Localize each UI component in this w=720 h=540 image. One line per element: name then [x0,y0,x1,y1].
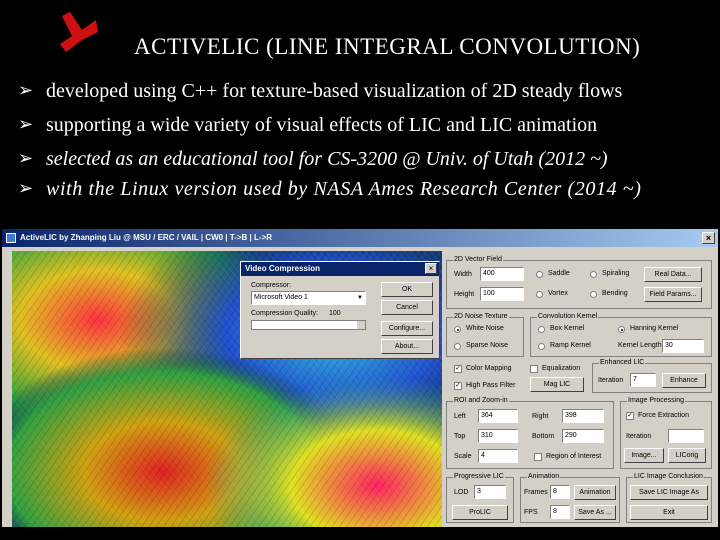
save-as-button[interactable]: Save As ... [574,505,616,520]
hanning-kernel-radio[interactable] [618,326,625,333]
window-close-button[interactable]: × [702,232,715,244]
animation-button[interactable]: Animation [574,485,616,500]
window-title: ActiveLIC by Zhanping Liu @ MSU / ERC / … [20,233,273,242]
color-mapping-checkbox[interactable]: ✓ [454,365,462,373]
quality-label: Compression Quality: [251,310,318,317]
roi-right-field[interactable]: 398 [562,409,604,423]
save-lic-image-button[interactable]: Save LIC Image As [630,485,708,500]
equalization-checkbox[interactable] [530,365,538,373]
saddle-radio[interactable] [536,271,543,278]
ramp-kernel-radio[interactable] [538,343,545,350]
arrow-bullet-icon: ➢ [18,80,34,101]
window-titlebar[interactable]: ActiveLIC by Zhanping Liu @ MSU / ERC / … [2,229,718,247]
cancel-button[interactable]: Cancel [381,300,433,315]
sparse-noise-radio[interactable] [454,343,461,350]
roi-left-field[interactable]: 364 [478,409,518,423]
slide-title: ACTIVELIC (LINE INTEGRAL CONVOLUTION) [134,34,641,59]
kernel-length-field[interactable]: 30 [662,339,704,353]
height-field[interactable]: 100 [480,287,524,301]
fps-field[interactable]: 8 [550,505,570,519]
bending-radio[interactable] [590,291,597,298]
roi-scale-field[interactable]: 4 [478,449,518,463]
exit-button[interactable]: Exit [630,505,708,520]
mag-lic-button[interactable]: Mag LIC [530,377,584,392]
red-logo-icon [60,12,98,52]
box-kernel-radio[interactable] [538,326,545,333]
enhance-button[interactable]: Enhance [662,373,706,388]
chevron-down-icon: ▼ [357,295,363,301]
slider-thumb[interactable] [357,321,365,329]
dialog-close-button[interactable]: × [425,263,437,274]
width-label: Width [454,271,472,278]
kernel-length-label: Kernel Length [618,342,662,349]
noise-texture-group: 2D Noise Texture [446,313,524,357]
dialog-titlebar[interactable]: Video Compression × [241,262,439,276]
arrow-bullet-icon: ➢ [18,178,34,199]
quality-value: 100 [329,310,341,317]
prolic-button[interactable]: ProLIC [452,505,508,520]
dialog-title: Video Compression [245,264,320,273]
lod-field[interactable]: 3 [474,485,506,499]
frames-field[interactable]: 8 [550,485,570,499]
enhanced-iteration-field[interactable]: 7 [630,373,656,387]
configure-button[interactable]: Configure... [381,321,433,336]
about-button[interactable]: About... [381,339,433,354]
roi-bottom-field[interactable]: 290 [562,429,604,443]
force-extraction-checkbox[interactable]: ✓ [626,412,634,420]
arrow-bullet-icon: ➢ [18,148,34,169]
compressor-label: Compressor: [251,282,292,289]
spiraling-radio[interactable] [590,271,597,278]
ok-button[interactable]: OK [381,282,433,297]
enhanced-iteration-label: Iteration [598,377,624,384]
arrow-bullet-icon: ➢ [18,114,34,135]
image-button[interactable]: Image... [624,448,664,463]
roi-top-field[interactable]: 310 [478,429,518,443]
video-compression-dialog: Video Compression × Compressor: Microsof… [240,261,440,359]
field-params-button[interactable]: Field Params... [644,287,702,302]
activelic-window: ActiveLIC by Zhanping Liu @ MSU / ERC / … [2,229,718,527]
high-pass-checkbox[interactable]: ✓ [454,382,462,390]
real-data-button[interactable]: Real Data... [644,267,702,282]
lic-image-canvas[interactable]: Video Compression × Compressor: Microsof… [12,251,442,527]
white-noise-radio[interactable] [454,326,461,333]
height-label: Height [454,291,475,298]
region-of-interest-checkbox[interactable] [534,453,542,461]
width-field[interactable]: 400 [480,267,524,281]
quality-slider[interactable] [251,320,366,330]
lic-orig-button[interactable]: LICorig [668,448,706,463]
vortex-radio[interactable] [536,291,543,298]
slide-title-area: ACTIVELIC (LINE INTEGRAL CONVOLUTION) [0,12,720,59]
app-icon [6,233,16,243]
compressor-select[interactable]: Microsoft Video 1 ▼ [251,291,366,305]
processing-iteration-field[interactable] [668,429,704,443]
